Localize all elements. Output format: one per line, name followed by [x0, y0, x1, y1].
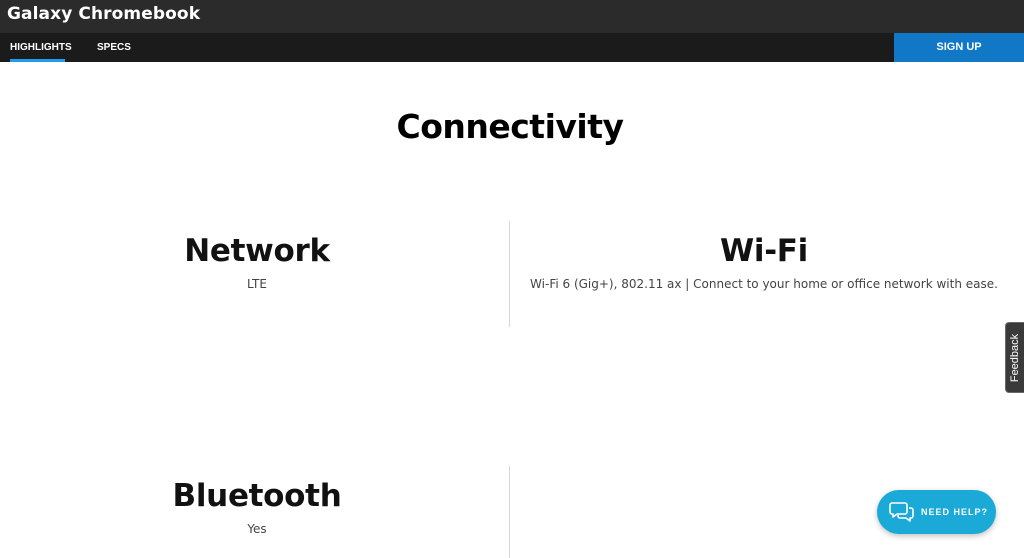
section-title: Connectivity — [396, 107, 624, 146]
sign-up-button[interactable]: SIGN UP — [894, 33, 1024, 62]
spec-bluetooth: Bluetooth Yes — [107, 478, 407, 536]
need-help-label: NEED HELP? — [921, 507, 989, 517]
spec-network: Network LTE — [107, 233, 407, 291]
feedback-tab[interactable]: Feedback — [1005, 322, 1024, 393]
top-bar: Galaxy Chromebook — [0, 0, 1024, 33]
chat-bubbles-icon — [889, 502, 914, 522]
spec-heading: Wi-Fi — [720, 233, 808, 269]
spec-wifi: Wi-Fi Wi-Fi 6 (Gig+), 802.11 ax | Connec… — [514, 233, 1014, 291]
spec-value: Wi-Fi 6 (Gig+), 802.11 ax | Connect to y… — [530, 277, 998, 291]
feedback-label: Feedback — [1009, 333, 1021, 382]
column-divider — [509, 221, 510, 327]
tab-highlights[interactable]: HIGHLIGHTS — [10, 33, 72, 62]
spec-heading: Bluetooth — [172, 478, 342, 514]
active-tab-indicator — [10, 59, 65, 62]
need-help-button[interactable]: NEED HELP? — [877, 490, 996, 534]
spec-value: Yes — [247, 522, 267, 536]
spec-value: LTE — [247, 277, 267, 291]
spec-heading: Network — [184, 233, 330, 269]
column-divider — [509, 466, 510, 558]
tab-specs[interactable]: SPECS — [97, 33, 131, 62]
sub-navigation: HIGHLIGHTS SPECS SIGN UP — [0, 33, 1024, 62]
brand-title[interactable]: Galaxy Chromebook — [7, 4, 200, 24]
